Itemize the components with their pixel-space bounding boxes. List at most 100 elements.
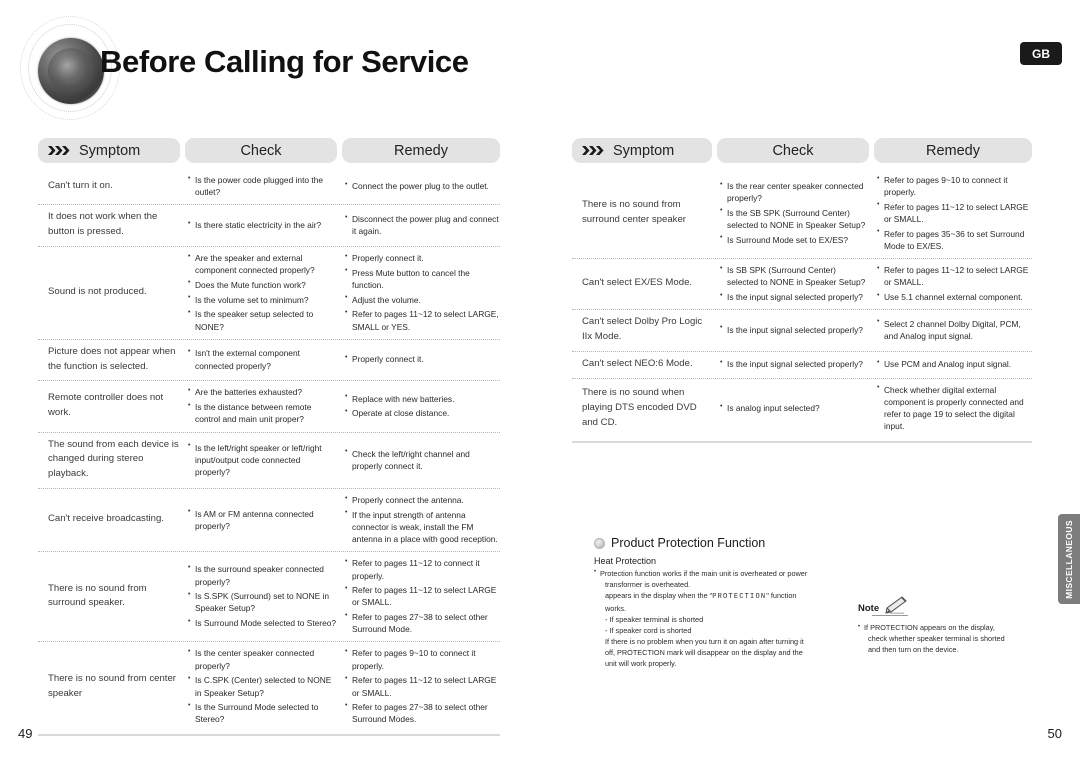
remedy-item: Refer to pages 11~12 to select LARGE or … (345, 674, 500, 698)
symptom-cell: Picture does not appear when the functio… (48, 345, 176, 372)
symptom-cell: Can't select Dolby Pro Logic IIx Mode. (582, 316, 703, 343)
protection-dash-2: - If speaker cord is shorted (605, 625, 692, 635)
remedy-cell: Refer to pages 9~10 to connect it proper… (342, 647, 500, 725)
check-item: Is the left/right speaker or left/right … (188, 441, 337, 479)
table-row: There is no sound from center speaker Is … (38, 642, 500, 731)
check-item: Is the volume set to minimum? (188, 293, 337, 306)
remedy-item: Refer to pages 27~38 to select other Sur… (345, 611, 500, 635)
page-number-left: 49 (18, 726, 33, 741)
remedy-cell: Use PCM and Analog input signal. (874, 358, 1032, 370)
remedy-item: Replace with new batteries. (345, 392, 500, 405)
check-item: Is S.SPK (Surround) set to NONE in Speak… (188, 590, 337, 614)
column-header-check: Check (185, 138, 337, 163)
troubleshooting-table-left: Symptom Check Remedy Can't turn it on. Is… (38, 138, 500, 736)
check-cell: Is the left/right speaker or left/right … (185, 441, 337, 479)
check-item: Is Surround Mode selected to Stereo? (188, 617, 337, 629)
remedy-item: Properly connect it. (345, 353, 500, 365)
remedy-item: Refer to pages 11~12 to select LARGE or … (877, 200, 1032, 225)
check-item: Is the distance between remote control a… (188, 401, 337, 425)
check-item: Is AM or FM antenna connected properly? (188, 507, 337, 532)
check-cell: Is there static electricity in the air? (185, 219, 337, 231)
table-row: Can't select NEO:6 Mode. Is the input sig… (572, 352, 1032, 379)
remedy-item: Use 5.1 channel external component. (877, 290, 1032, 303)
check-cell: Is AM or FM antenna connected properly? (185, 507, 337, 532)
remedy-cell: Check whether digital external component… (874, 383, 1032, 433)
column-header-remedy: Remedy (342, 138, 500, 163)
troubleshooting-table-right: Symptom Check Remedy There is no sound f… (572, 138, 1032, 443)
check-cell: Is the input signal selected properly? (717, 323, 869, 336)
remedy-item: Properly connect the antenna. (345, 494, 500, 506)
triple-chevron-icon (582, 145, 604, 156)
remedy-item: Refer to pages 11~12 to select LARGE or … (877, 264, 1032, 288)
check-item: Isn't the external component connected p… (188, 347, 337, 371)
remedy-cell: Select 2 channel Dolby Digital, PCM, and… (874, 317, 1032, 342)
page-number-right: 50 (1047, 726, 1062, 741)
section-tab-miscellaneous: MISCELLANEOUS (1058, 514, 1080, 604)
circle-bullet-icon (594, 537, 605, 549)
table-row: Can't select EX/ES Mode. Is SB SPK (Surro… (572, 259, 1032, 311)
remedy-cell: Connect the power plug to the outlet. (342, 180, 500, 192)
remedy-cell: Properly connect it. (342, 353, 500, 365)
protection-dash-1: - If speaker terminal is shorted (605, 614, 704, 624)
table-bottom-rule (38, 733, 500, 736)
symptom-cell: There is no sound from center speaker (48, 672, 176, 699)
check-item: Is the Surround Mode selected to Stereo? (188, 701, 337, 725)
product-protection-body: Heat Protection Protection function work… (594, 556, 852, 669)
protection-line-4: works. (605, 603, 627, 613)
check-cell: Is the rear center speaker connected pro… (717, 180, 869, 246)
table-row: Can't select Dolby Pro Logic IIx Mode. Is… (572, 310, 1032, 352)
remedy-item: Press Mute button to cancel the function… (345, 266, 500, 291)
check-item: Is the rear center speaker connected pro… (720, 180, 869, 204)
remedy-item: Refer to pages 35~36 to set Surround Mod… (877, 227, 1032, 252)
check-item: Is the input signal selected properly? (720, 290, 869, 303)
table-header-row: Symptom Check Remedy (572, 138, 1032, 163)
remedy-cell: Properly connect the antenna. If the inpu… (342, 494, 500, 545)
check-item: Is the input signal selected properly? (720, 358, 869, 370)
remedy-item: Refer to pages 9~10 to connect it proper… (877, 173, 1032, 198)
symptom-cell: Can't select NEO:6 Mode. (582, 357, 693, 369)
table-body-left: Can't turn it on. Is the power code plugg… (38, 169, 500, 732)
check-item: Is SB SPK (Surround Center) selected to … (720, 264, 869, 288)
page-header: Before Calling for Service GB (0, 0, 1080, 128)
remedy-cell: Disconnect the power plug and connect it… (342, 213, 500, 237)
table-row: The sound from each device is changed du… (38, 433, 500, 490)
check-item: Is the surround speaker connected proper… (188, 563, 337, 587)
column-header-symptom: Symptom (38, 138, 180, 163)
table-bottom-rule (572, 440, 1032, 443)
language-badge: GB (1020, 42, 1062, 65)
column-header-symptom-label: Symptom (79, 142, 141, 159)
symptom-cell: It does not work when the button is pres… (48, 211, 158, 238)
column-header-symptom: Symptom (572, 138, 712, 163)
product-protection-heading: Product Protection Function (594, 536, 1034, 550)
column-header-remedy: Remedy (874, 138, 1032, 163)
remedy-cell: Check the left/right channel and properl… (342, 447, 500, 472)
symptom-cell: Remote controller does not work. (48, 392, 164, 418)
check-item: Is the SB SPK (Surround Center) selected… (720, 206, 869, 231)
check-cell: Isn't the external component connected p… (185, 347, 337, 371)
check-item: Is there static electricity in the air? (188, 219, 337, 231)
check-item: Is the input signal selected properly? (720, 323, 869, 336)
table-row: There is no sound when playing DTS encod… (572, 379, 1032, 439)
remedy-item: Refer to pages 11~12 to select LARGE or … (345, 584, 500, 608)
heat-protection-subtitle: Heat Protection (594, 556, 657, 566)
protection-line-3: appears in the display when the "PROTECT… (594, 590, 852, 603)
check-item: Are the speaker and external component c… (188, 252, 337, 276)
protection-line-5: If there is no problem when you turn it … (605, 637, 804, 647)
note-underline (872, 615, 908, 616)
note-header: Note (858, 596, 1038, 614)
check-cell: Is SB SPK (Surround Center) selected to … (717, 264, 869, 303)
note-label: Note (858, 603, 880, 614)
protection-line-6: off, PROTECTION mark will disappear on t… (605, 648, 803, 658)
check-item: Is the speaker setup selected to NONE? (188, 308, 337, 332)
table-row: Can't turn it on. Is the power code plugg… (38, 169, 500, 206)
table-row: Can't receive broadcasting. Is AM or FM a… (38, 489, 500, 553)
protection-line-7: unit will work properly. (605, 659, 677, 669)
symptom-cell: Can't turn it on. (48, 179, 113, 191)
check-item: Does the Mute function work? (188, 278, 337, 291)
triple-chevron-icon (48, 145, 70, 156)
remedy-item: Select 2 channel Dolby Digital, PCM, and… (877, 317, 1032, 342)
table-row: Sound is not produced. Are the speaker an… (38, 247, 500, 340)
pencil-icon (882, 596, 908, 614)
manual-page: Before Calling for Service GB MISCELLANE… (0, 0, 1080, 763)
remedy-cell: Refer to pages 11~12 to select LARGE or … (874, 264, 1032, 303)
